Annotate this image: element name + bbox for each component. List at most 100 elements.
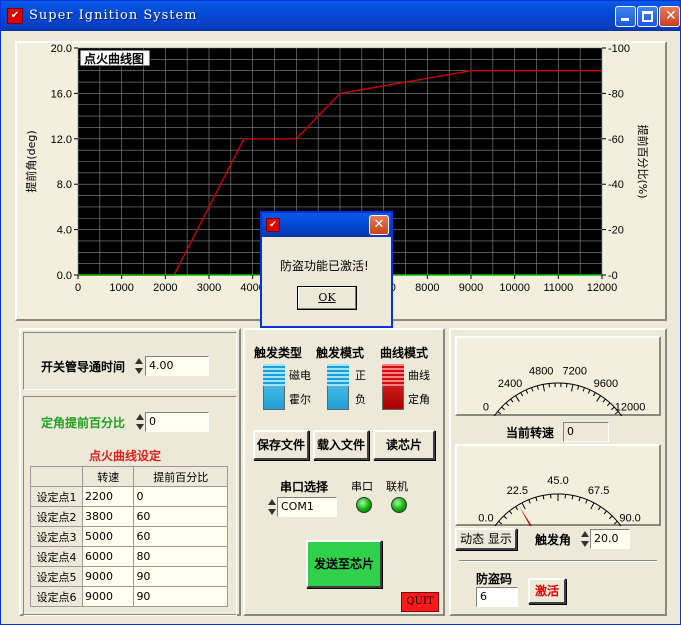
quit-button[interactable]: QUIT xyxy=(401,592,439,612)
fixed-angle-spinner[interactable] xyxy=(135,412,144,432)
alert-dialog: ✔ ✕ 防盗功能已激活! OK xyxy=(260,211,393,328)
trigger-angle-label: 触发角 xyxy=(535,533,572,547)
rpm-cell[interactable]: 2200 xyxy=(81,486,135,507)
gauge-tick-label: 7200 xyxy=(563,366,587,378)
serial-port-label: 串口选择 xyxy=(280,480,329,494)
pct-cell[interactable]: 0 xyxy=(133,486,228,507)
gauge-tick-label: 67.5 xyxy=(588,485,609,497)
control-panel: 触发类型 触发模式 曲线模式 磁电 霍尔 正 负 曲线 定角 保存文件 载入文件… xyxy=(243,328,445,616)
x-tick-label: 8000 xyxy=(415,282,439,294)
trigger-mode-label: 触发模式 xyxy=(316,346,365,360)
antitheft-input[interactable]: 6 xyxy=(476,587,518,607)
gauge-tick xyxy=(501,406,505,411)
row-label: 设定点6 xyxy=(30,586,83,607)
row-label: 设定点4 xyxy=(30,546,83,567)
rpm-cell[interactable]: 6000 xyxy=(81,546,135,567)
gauge-tick-label: 4800 xyxy=(529,366,553,378)
minimize-button[interactable] xyxy=(615,6,636,27)
dialog-ok-button[interactable]: OK xyxy=(297,286,357,310)
pct-cell[interactable]: 60 xyxy=(133,526,228,547)
gauge-tick xyxy=(497,411,502,415)
serial-port-spinner[interactable] xyxy=(267,497,276,517)
close-icon: ✕ xyxy=(665,8,677,24)
chart-title: 点火曲线图 xyxy=(84,51,144,66)
title-bar[interactable]: ✔ Super Ignition System ✕ xyxy=(1,1,680,31)
send-to-chip-button[interactable]: 发送至芯片 xyxy=(306,540,382,588)
y2-tick-label: -20 xyxy=(608,225,624,237)
table-row: 设定点3 5000 60 xyxy=(30,526,228,547)
rpm-cell[interactable]: 5000 xyxy=(81,526,135,547)
gauge-tick xyxy=(535,497,538,502)
dialog-close-icon[interactable]: ✕ xyxy=(369,215,389,235)
gauge-tick xyxy=(590,502,595,510)
x-tick-label: 2000 xyxy=(153,282,177,294)
serial-port-input[interactable]: COM1 xyxy=(277,497,337,517)
gauge-tick xyxy=(509,510,513,515)
conduction-label: 开关管导通时间 xyxy=(41,360,126,374)
conduction-input[interactable]: 4.00 xyxy=(145,356,209,376)
gauge-tick xyxy=(498,520,503,525)
y2-tick-label: -100 xyxy=(608,43,630,55)
read-chip-button[interactable]: 读芯片 xyxy=(373,430,435,460)
gauge-tick-label: 90.0 xyxy=(619,513,640,525)
trigger-type-on: 磁电 xyxy=(289,369,311,382)
angle-gauge: 0.0 22.5 45.0 67.5 90.0 xyxy=(455,444,661,526)
rpm-cell[interactable]: 3800 xyxy=(81,506,135,527)
gauge-needle xyxy=(519,506,532,526)
conduction-spinner[interactable] xyxy=(134,356,143,376)
y2-tick-label: -0 xyxy=(608,270,618,282)
close-button[interactable]: ✕ xyxy=(659,6,680,27)
load-file-button[interactable]: 载入文件 xyxy=(313,430,369,460)
table-row: 设定点6 9000 90 xyxy=(30,586,228,607)
curve-setting-title: 点火曲线设定 xyxy=(89,449,162,463)
gauge-tick xyxy=(613,520,618,525)
save-file-button[interactable]: 保存文件 xyxy=(253,430,309,460)
rpm-gauge-dial: 0 2400 4800 7200 9600 12000 xyxy=(483,366,645,416)
trigger-angle-spinner[interactable] xyxy=(580,529,589,549)
minimize-icon xyxy=(621,18,629,21)
activate-button[interactable]: 激活 xyxy=(528,578,566,604)
gauge-tick xyxy=(510,398,514,403)
row-label: 设定点1 xyxy=(30,486,83,507)
pct-cell[interactable]: 80 xyxy=(133,546,228,567)
dialog-message: 防盗功能已激活! xyxy=(280,259,369,273)
column-header-pct: 提前百分比 xyxy=(133,466,228,487)
gauge-tick xyxy=(525,389,529,394)
y-axis-label: 提前角(deg) xyxy=(24,130,38,192)
dynamic-display-button[interactable]: 动态 显示 xyxy=(455,528,517,550)
rpm-cell[interactable]: 9000 xyxy=(81,566,135,587)
toggle-knob xyxy=(327,364,349,386)
pct-cell[interactable]: 90 xyxy=(133,586,228,607)
trigger-angle-input[interactable]: 20.0 xyxy=(590,529,630,549)
gauge-tick xyxy=(531,387,534,392)
online-led-label: 联机 xyxy=(386,480,408,493)
pct-cell[interactable]: 90 xyxy=(133,566,228,587)
gauge-tick xyxy=(606,402,611,407)
y-tick-label: 0.0 xyxy=(57,270,72,282)
online-led xyxy=(391,497,407,513)
maximize-button[interactable] xyxy=(637,6,658,27)
pct-cell[interactable]: 60 xyxy=(133,506,228,527)
divider xyxy=(459,560,657,562)
gauge-tick xyxy=(582,387,585,392)
gauge-tick xyxy=(609,515,613,520)
settings-panel: 开关管导通时间 4.00 定角提前百分比 0 点火曲线设定 转速 提前百分比 设… xyxy=(19,328,241,616)
dialog-titlebar[interactable]: ✔ ✕ xyxy=(262,213,391,237)
gauge-tick xyxy=(542,384,545,392)
toggle-knob xyxy=(382,364,404,386)
fixed-angle-input[interactable]: 0 xyxy=(145,412,209,432)
y2-tick-label: -60 xyxy=(608,134,624,146)
row-label: 设定点5 xyxy=(30,566,83,587)
gauge-tick xyxy=(515,506,519,511)
trigger-type-label: 触发类型 xyxy=(254,346,303,360)
main-window: ✔ Super Ignition System ✕ 0 1000 2000 3000 4… xyxy=(0,0,681,625)
rpm-cell[interactable]: 9000 xyxy=(81,586,135,607)
angle-gauge-dial: 0.0 22.5 45.0 67.5 90.0 xyxy=(478,475,641,526)
gauge-tick xyxy=(571,384,574,392)
dialog-app-icon: ✔ xyxy=(266,218,280,232)
table-row: 设定点1 2200 0 xyxy=(30,486,228,507)
gauge-tick-label: 22.5 xyxy=(507,485,528,497)
x-tick-label: 12000 xyxy=(587,282,618,294)
gauge-tick xyxy=(571,495,574,500)
app-icon[interactable]: ✔ xyxy=(7,8,23,24)
